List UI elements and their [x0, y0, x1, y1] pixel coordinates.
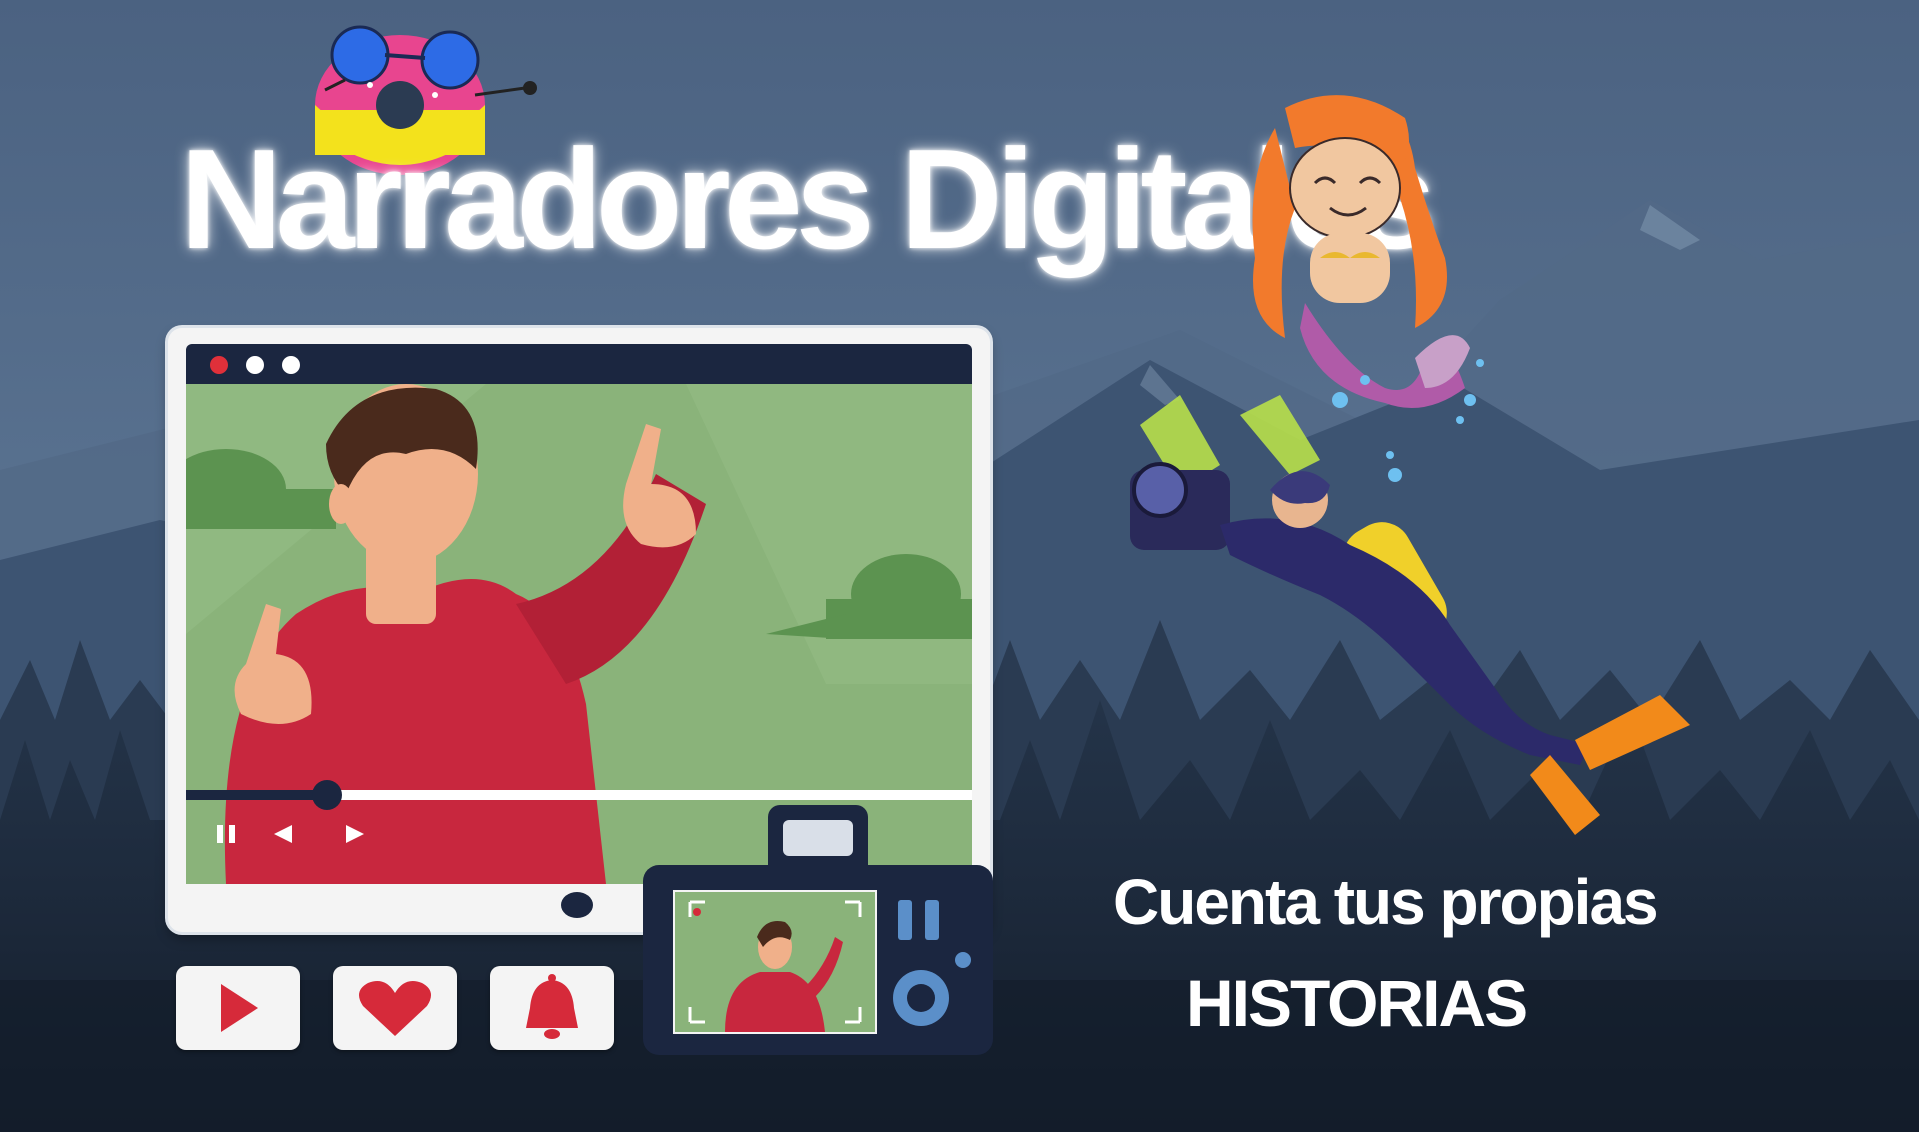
next-icon[interactable] — [342, 822, 368, 846]
notify-button[interactable] — [490, 966, 614, 1050]
viewfinder-presenter-icon — [688, 900, 862, 1032]
home-button-dot[interactable] — [561, 892, 593, 918]
camera-pause-indicator-2 — [925, 900, 939, 940]
window-close-dot[interactable] — [210, 356, 228, 374]
camera-illustration — [643, 800, 993, 1075]
bell-icon — [526, 974, 578, 1039]
pause-icon[interactable] — [214, 822, 240, 846]
previous-icon[interactable] — [270, 822, 296, 846]
window-minimize-dot[interactable] — [246, 356, 264, 374]
tagline-line-2: HISTORIAS — [1186, 966, 1528, 1040]
play-button[interactable] — [176, 966, 300, 1050]
heart-icon — [359, 980, 431, 1036]
camera-dial — [893, 970, 949, 1026]
tagline-line-1: Cuenta tus propias — [1113, 866, 1659, 938]
play-icon — [221, 984, 258, 1032]
camera-flash — [783, 820, 853, 856]
camera-viewfinder-screen — [673, 890, 877, 1034]
like-button[interactable] — [333, 966, 457, 1050]
diver-illustration — [1130, 395, 1690, 835]
video-progress-fill — [186, 790, 328, 800]
window-maximize-dot[interactable] — [282, 356, 300, 374]
video-progress-track[interactable] — [186, 780, 972, 810]
camera-small-button — [955, 952, 971, 968]
camera-pause-indicator — [898, 900, 912, 940]
window-titlebar — [186, 344, 972, 384]
